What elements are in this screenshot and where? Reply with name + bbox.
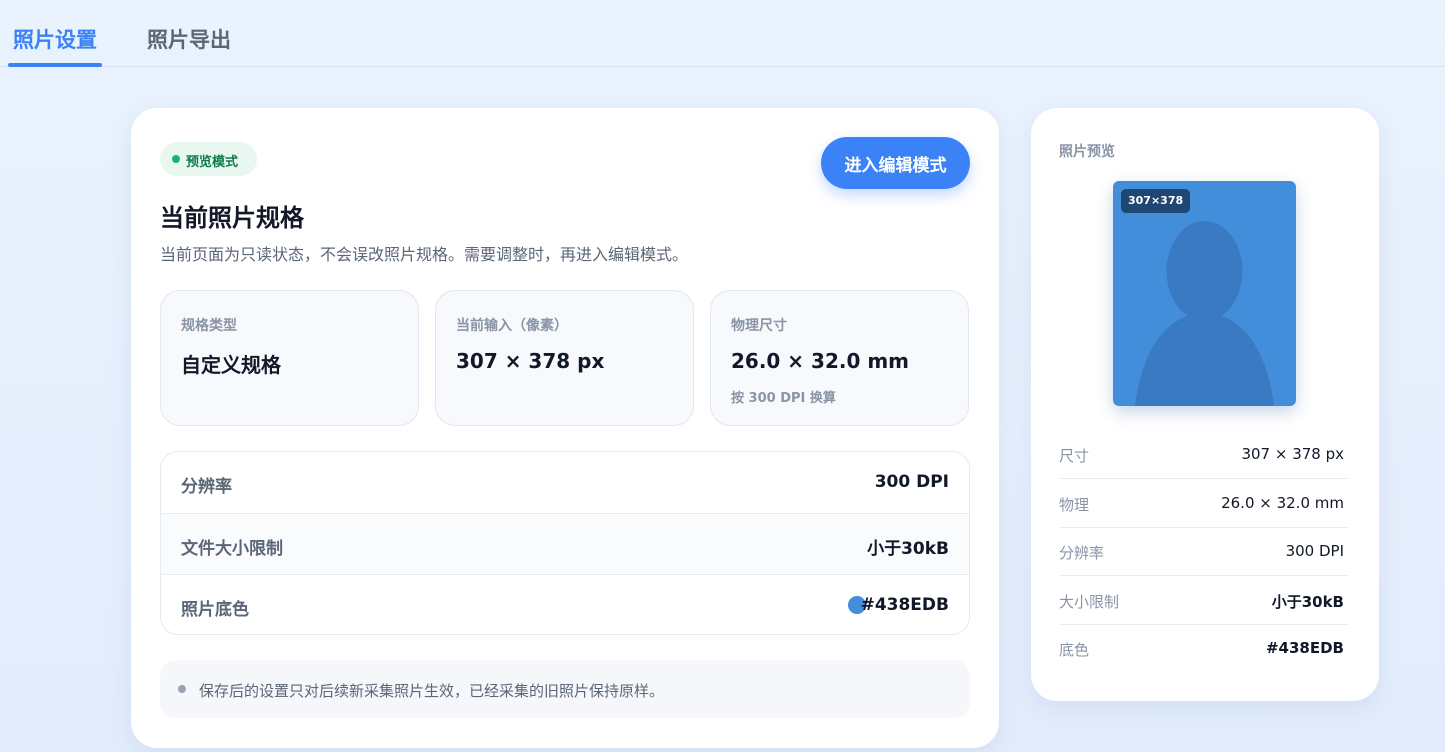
enter-edit-mode-button[interactable]: 进入编辑模式 [821, 137, 970, 189]
preview-info-size-limit: 大小限制 小于30kB [1059, 577, 1349, 625]
photo-preview-card: 照片预览 307×378 尺寸 307 × 378 px 物理 26.0 × 3… [1031, 108, 1379, 701]
badge-label: 预览模式 [186, 155, 239, 170]
spec-row-background-color: 照片底色 #438EDB [161, 574, 969, 634]
info-label: 分辨率 [1059, 544, 1105, 562]
info-value: 307 × 378 px [1241, 445, 1344, 463]
tab-bar: 照片设置 照片导出 [0, 0, 1445, 67]
preview-mode-badge: 预览模式 [160, 142, 257, 176]
stat-note: 按 300 DPI 换算 [731, 391, 836, 406]
row-label: 文件大小限制 [181, 539, 283, 559]
preview-info-size: 尺寸 307 × 378 px [1059, 431, 1349, 479]
info-value: 26.0 × 32.0 mm [1221, 494, 1344, 512]
notice-text: 保存后的设置只对后续新采集照片生效，已经采集的旧照片保持原样。 [199, 682, 665, 700]
info-label: 底色 [1059, 641, 1090, 659]
tab-photo-export[interactable]: 照片导出 [147, 24, 231, 54]
stat-label: 规格类型 [181, 318, 237, 334]
row-value: 300 DPI [874, 472, 949, 492]
person-silhouette-icon [1113, 181, 1296, 406]
status-dot-icon [172, 155, 180, 163]
notice-box: 保存后的设置只对后续新采集照片生效，已经采集的旧照片保持原样。 [160, 660, 970, 718]
info-label: 大小限制 [1059, 593, 1120, 611]
info-label: 物理 [1059, 496, 1090, 514]
stat-value: 自定义规格 [181, 353, 281, 377]
stat-label: 当前输入（像素） [456, 318, 568, 334]
stat-label: 物理尺寸 [731, 318, 787, 334]
photo-preview: 307×378 [1113, 181, 1296, 406]
stat-value: 26.0 × 32.0 mm [731, 349, 910, 373]
preview-info-resolution: 分辨率 300 DPI [1059, 528, 1349, 576]
spec-card: 预览模式 进入编辑模式 当前照片规格 当前页面为只读状态，不会误改照片规格。需要… [131, 108, 999, 748]
spec-detail-list: 分辨率 300 DPI 文件大小限制 小于30kB 照片底色 #438EDB [160, 451, 970, 635]
row-value: 小于30kB [867, 539, 949, 559]
stat-card-physical-size: 物理尺寸 26.0 × 32.0 mm 按 300 DPI 换算 [710, 290, 969, 426]
row-label: 照片底色 [181, 600, 249, 620]
preview-info-physical: 物理 26.0 × 32.0 mm [1059, 480, 1349, 528]
tab-photo-settings[interactable]: 照片设置 [13, 24, 97, 54]
photo-size-tag: 307×378 [1121, 189, 1191, 213]
page-description: 当前页面为只读状态，不会误改照片规格。需要调整时，再进入编辑模式。 [160, 245, 689, 264]
preview-title: 照片预览 [1059, 144, 1115, 160]
info-label: 尺寸 [1059, 447, 1090, 465]
row-value: #438EDB [860, 595, 949, 615]
info-value: #438EDB [1265, 639, 1344, 657]
preview-info-background: 底色 #438EDB [1059, 625, 1349, 673]
active-tab-indicator [8, 63, 102, 67]
info-value: 300 DPI [1285, 542, 1344, 560]
spec-row-file-size-limit: 文件大小限制 小于30kB [161, 513, 969, 574]
info-value: 小于30kB [1271, 593, 1344, 611]
stat-card-spec-type: 规格类型 自定义规格 [160, 290, 419, 426]
bullet-icon [178, 685, 186, 693]
row-label: 分辨率 [181, 477, 232, 497]
spec-row-resolution: 分辨率 300 DPI [161, 452, 969, 513]
stat-card-pixel-input: 当前输入（像素） 307 × 378 px [435, 290, 694, 426]
stat-value: 307 × 378 px [456, 349, 605, 373]
page-title: 当前照片规格 [160, 204, 304, 232]
